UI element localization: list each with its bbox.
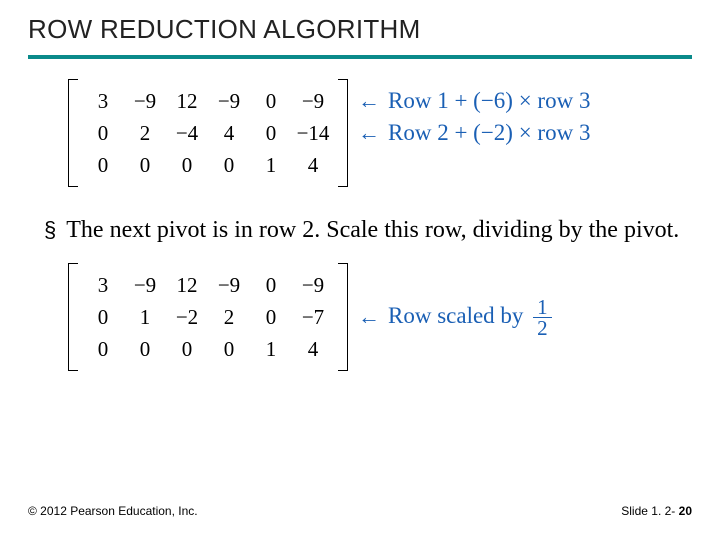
arrow-left-icon: ← <box>358 120 380 146</box>
cell: 2 <box>208 305 250 330</box>
cell: 0 <box>82 153 124 178</box>
cell: 0 <box>82 121 124 146</box>
cell: 12 <box>166 89 208 114</box>
slide-number: Slide 1. 2- 20 <box>621 504 692 518</box>
cell: −9 <box>124 89 166 114</box>
cell: 0 <box>250 273 292 298</box>
bracket-left <box>68 79 78 187</box>
cell: 0 <box>82 337 124 362</box>
arrow-left-icon: ← <box>358 304 380 330</box>
fraction-numerator: 1 <box>533 297 552 318</box>
bracket-right <box>338 79 348 187</box>
annotation-column-1: ← Row 1 + (−6) × row 3 ← Row 2 + (−2) × … <box>358 79 590 187</box>
annotation-text: Row 1 + (−6) × row 3 <box>388 88 590 114</box>
cell: −9 <box>124 273 166 298</box>
matrix-1: 3 −9 12 −9 0 −9 0 2 −4 4 0 −14 0 0 <box>68 79 348 187</box>
matrix-row: 0 2 −4 4 0 −14 <box>82 117 334 149</box>
bullet-marker: § <box>44 215 56 245</box>
cell: 0 <box>166 337 208 362</box>
cell: −2 <box>166 305 208 330</box>
cell: 0 <box>124 153 166 178</box>
cell: −7 <box>292 305 334 330</box>
matrix-row: 0 0 0 0 1 4 <box>82 149 334 181</box>
cell: 4 <box>292 153 334 178</box>
matrix-block-1: 3 −9 12 −9 0 −9 0 2 −4 4 0 −14 0 0 <box>68 79 680 187</box>
cell: 0 <box>124 337 166 362</box>
matrix-2: 3 −9 12 −9 0 −9 0 1 −2 2 0 −7 0 0 <box>68 263 348 371</box>
fraction-denominator: 2 <box>533 318 552 338</box>
cell: 0 <box>208 337 250 362</box>
matrix-block-2: 3 −9 12 −9 0 −9 0 1 −2 2 0 −7 0 0 <box>68 263 680 371</box>
footer: © 2012 Pearson Education, Inc. Slide 1. … <box>28 504 692 518</box>
fraction: 1 2 <box>533 297 552 338</box>
cell: 3 <box>82 89 124 114</box>
copyright-text: © 2012 Pearson Education, Inc. <box>28 504 198 518</box>
cell: 0 <box>250 121 292 146</box>
cell: 2 <box>124 121 166 146</box>
cell: 1 <box>250 337 292 362</box>
cell: −4 <box>166 121 208 146</box>
cell: 0 <box>250 89 292 114</box>
bracket-left <box>68 263 78 371</box>
slide-num: 20 <box>679 504 692 518</box>
cell: −9 <box>208 273 250 298</box>
cell: 0 <box>166 153 208 178</box>
cell: 1 <box>124 305 166 330</box>
annotation-prefix: Row scaled by <box>388 302 523 327</box>
matrix-row: 0 1 −2 2 0 −7 <box>82 301 334 333</box>
annotation-column-2: ← Row scaled by 1 2 <box>358 263 552 371</box>
cell: 3 <box>82 273 124 298</box>
cell: 4 <box>292 337 334 362</box>
page-title: ROW REDUCTION ALGORITHM <box>28 14 692 45</box>
cell: −9 <box>292 89 334 114</box>
bullet-text: The next pivot is in row 2. Scale this r… <box>66 215 679 245</box>
annotation-row: ← Row scaled by 1 2 <box>358 301 552 333</box>
cell: 12 <box>166 273 208 298</box>
annotation-text: Row scaled by 1 2 <box>388 297 552 338</box>
annotation-text: Row 2 + (−2) × row 3 <box>388 120 590 146</box>
cell: −9 <box>208 89 250 114</box>
cell: 0 <box>82 305 124 330</box>
matrix-row: 0 0 0 0 1 4 <box>82 333 334 365</box>
arrow-left-icon: ← <box>358 88 380 114</box>
cell: 1 <box>250 153 292 178</box>
bullet-block: § The next pivot is in row 2. Scale this… <box>0 211 720 263</box>
bracket-right <box>338 263 348 371</box>
cell: −9 <box>292 273 334 298</box>
slide-label: Slide 1. 2- <box>621 504 678 518</box>
annotation-row: ← Row 1 + (−6) × row 3 <box>358 85 590 117</box>
annotation-row: ← Row 2 + (−2) × row 3 <box>358 117 590 149</box>
cell: 0 <box>250 305 292 330</box>
cell: 4 <box>208 121 250 146</box>
cell: −14 <box>292 121 334 146</box>
matrix-row: 3 −9 12 −9 0 −9 <box>82 269 334 301</box>
matrix-row: 3 −9 12 −9 0 −9 <box>82 85 334 117</box>
cell: 0 <box>208 153 250 178</box>
